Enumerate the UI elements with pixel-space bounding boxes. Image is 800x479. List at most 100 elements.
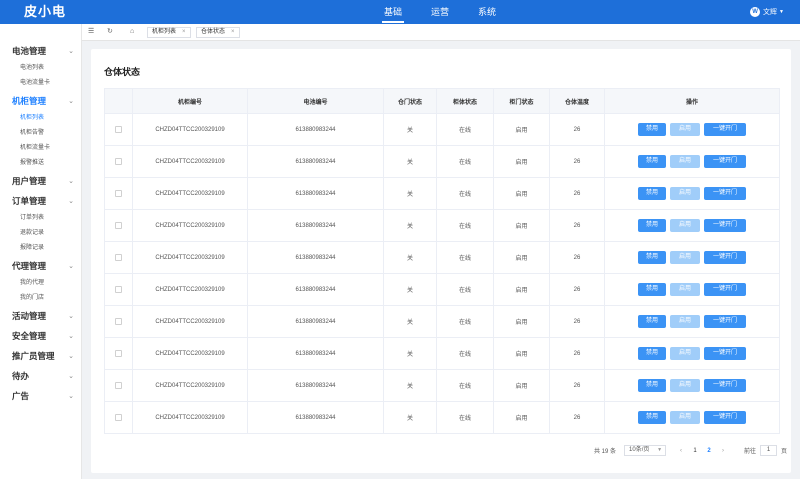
disable-button[interactable]: 禁用 (638, 123, 666, 136)
open-door-button[interactable]: 一键开门 (704, 219, 746, 232)
disable-button[interactable]: 禁用 (638, 347, 666, 360)
chevron-down-icon[interactable]: ⌄ (68, 195, 74, 209)
disable-button[interactable]: 禁用 (638, 155, 666, 168)
chevron-down-icon[interactable]: ⌄ (68, 260, 74, 274)
sidebar-group-title[interactable]: 电池管理 ⌄ (0, 44, 81, 64)
open-door-button[interactable]: 一键开门 (704, 155, 746, 168)
row-checkbox[interactable] (115, 381, 122, 389)
sidebar-group-title[interactable]: 广告 ⌄ (0, 389, 81, 409)
sidebar-group-label[interactable]: 安全管理 (12, 331, 46, 341)
tab-bin-status[interactable]: 仓体状态 × (196, 27, 240, 38)
sidebar-group-label[interactable]: 代理管理 (12, 261, 46, 271)
row-checkbox[interactable] (115, 413, 122, 421)
top-nav-item[interactable]: 系统 (470, 0, 504, 24)
chevron-down-icon[interactable]: ⌄ (68, 370, 74, 384)
tab-cabinet-list[interactable]: 机柜列表 × (147, 27, 191, 38)
chevron-down-icon[interactable]: ⌄ (68, 45, 74, 59)
sidebar-item[interactable]: 我的门店 (0, 294, 81, 309)
disable-button[interactable]: 禁用 (638, 187, 666, 200)
sidebar-item[interactable]: 机柜告警 (0, 129, 81, 144)
page-size-value[interactable]: 10条/页 (629, 447, 649, 453)
chevron-down-icon[interactable]: ▼ (657, 446, 662, 455)
row-checkbox[interactable] (115, 317, 122, 325)
sidebar-group-label[interactable]: 待办 (12, 371, 29, 381)
chevron-down-icon[interactable]: ⌄ (68, 95, 74, 109)
enable-button[interactable]: 启用 (670, 219, 700, 232)
disable-button[interactable]: 禁用 (638, 251, 666, 264)
sidebar-group-title[interactable]: 机柜管理 ⌄ (0, 94, 81, 114)
row-checkbox[interactable] (115, 125, 122, 133)
sidebar-group-title[interactable]: 代理管理 ⌄ (0, 259, 81, 279)
sidebar-group-title[interactable]: 活动管理 ⌄ (0, 309, 81, 329)
chevron-down-icon[interactable]: ▼ (779, 9, 784, 15)
enable-button[interactable]: 启用 (670, 347, 700, 360)
sidebar-group-title[interactable]: 用户管理 ⌄ (0, 174, 81, 194)
next-page-button[interactable]: › (716, 448, 730, 454)
open-door-button[interactable]: 一键开门 (704, 315, 746, 328)
user-menu[interactable]: W 文辉 ▼ (750, 7, 784, 17)
open-door-button[interactable]: 一键开门 (704, 187, 746, 200)
open-door-button[interactable]: 一键开门 (704, 251, 746, 264)
top-nav-item[interactable]: 基础 (376, 0, 410, 24)
sidebar-group-label[interactable]: 机柜管理 (12, 96, 46, 106)
user-name[interactable]: 文辉 (763, 7, 777, 17)
open-door-button[interactable]: 一键开门 (704, 379, 746, 392)
sidebar-item[interactable]: 电池流量卡 (0, 79, 81, 94)
open-door-button[interactable]: 一键开门 (704, 283, 746, 296)
sidebar-item[interactable]: 退款记录 (0, 229, 81, 244)
close-icon[interactable]: × (182, 29, 186, 35)
top-nav-item[interactable]: 运营 (423, 0, 457, 24)
sidebar-group-label[interactable]: 用户管理 (12, 176, 46, 186)
sidebar-group-title[interactable]: 推广员管理 ⌄ (0, 349, 81, 369)
sidebar-group-title[interactable]: 订单管理 ⌄ (0, 194, 81, 214)
disable-button[interactable]: 禁用 (638, 411, 666, 424)
disable-button[interactable]: 禁用 (638, 219, 666, 232)
enable-button[interactable]: 启用 (670, 315, 700, 328)
page-number-1[interactable]: 1 (688, 448, 702, 454)
row-checkbox[interactable] (115, 157, 122, 165)
sidebar-item[interactable]: 机柜流量卡 (0, 144, 81, 159)
sidebar-item[interactable]: 订单列表 (0, 214, 81, 229)
enable-button[interactable]: 启用 (670, 411, 700, 424)
enable-button[interactable]: 启用 (670, 379, 700, 392)
open-door-button[interactable]: 一键开门 (704, 347, 746, 360)
avatar[interactable]: W (750, 7, 761, 17)
sidebar-item[interactable]: 机柜列表 (0, 114, 81, 129)
sidebar-group-label[interactable]: 活动管理 (12, 311, 46, 321)
tab-label[interactable]: 机柜列表 (152, 29, 176, 35)
sidebar-group-label[interactable]: 广告 (12, 391, 29, 401)
close-icon[interactable]: × (231, 29, 235, 35)
home-icon[interactable]: ⌂ (130, 27, 134, 37)
sidebar-item[interactable]: 我的代理 (0, 279, 81, 294)
sidebar-group-label[interactable]: 电池管理 (12, 46, 46, 56)
sidebar-group-title[interactable]: 安全管理 ⌄ (0, 329, 81, 349)
disable-button[interactable]: 禁用 (638, 315, 666, 328)
enable-button[interactable]: 启用 (670, 283, 700, 296)
disable-button[interactable]: 禁用 (638, 283, 666, 296)
page-number-2[interactable]: 2 (702, 448, 716, 454)
row-checkbox[interactable] (115, 253, 122, 261)
sidebar-item[interactable]: 报障记录 (0, 244, 81, 259)
row-checkbox[interactable] (115, 221, 122, 229)
chevron-down-icon[interactable]: ⌄ (68, 330, 74, 344)
chevron-down-icon[interactable]: ⌄ (68, 350, 74, 364)
row-checkbox[interactable] (115, 349, 122, 357)
chevron-down-icon[interactable]: ⌄ (68, 310, 74, 324)
sidebar-group-label[interactable]: 推广员管理 (12, 351, 55, 361)
sidebar-group-label[interactable]: 订单管理 (12, 196, 46, 206)
page-size-select[interactable]: 10条/页 ▼ (624, 445, 667, 456)
enable-button[interactable]: 启用 (670, 155, 700, 168)
sidebar-item[interactable]: 电池列表 (0, 64, 81, 79)
enable-button[interactable]: 启用 (670, 123, 700, 136)
row-checkbox[interactable] (115, 189, 122, 197)
menu-toggle-icon[interactable]: ☰ (88, 27, 94, 37)
row-checkbox[interactable] (115, 285, 122, 293)
prev-page-button[interactable]: ‹ (674, 448, 688, 454)
chevron-down-icon[interactable]: ⌄ (68, 175, 74, 189)
goto-page-input[interactable]: 1 (760, 445, 778, 456)
sidebar-item[interactable]: 报警推送 (0, 159, 81, 174)
tab-label[interactable]: 仓体状态 (201, 29, 225, 35)
open-door-button[interactable]: 一键开门 (704, 123, 746, 136)
enable-button[interactable]: 启用 (670, 187, 700, 200)
refresh-icon[interactable]: ↻ (107, 27, 113, 37)
